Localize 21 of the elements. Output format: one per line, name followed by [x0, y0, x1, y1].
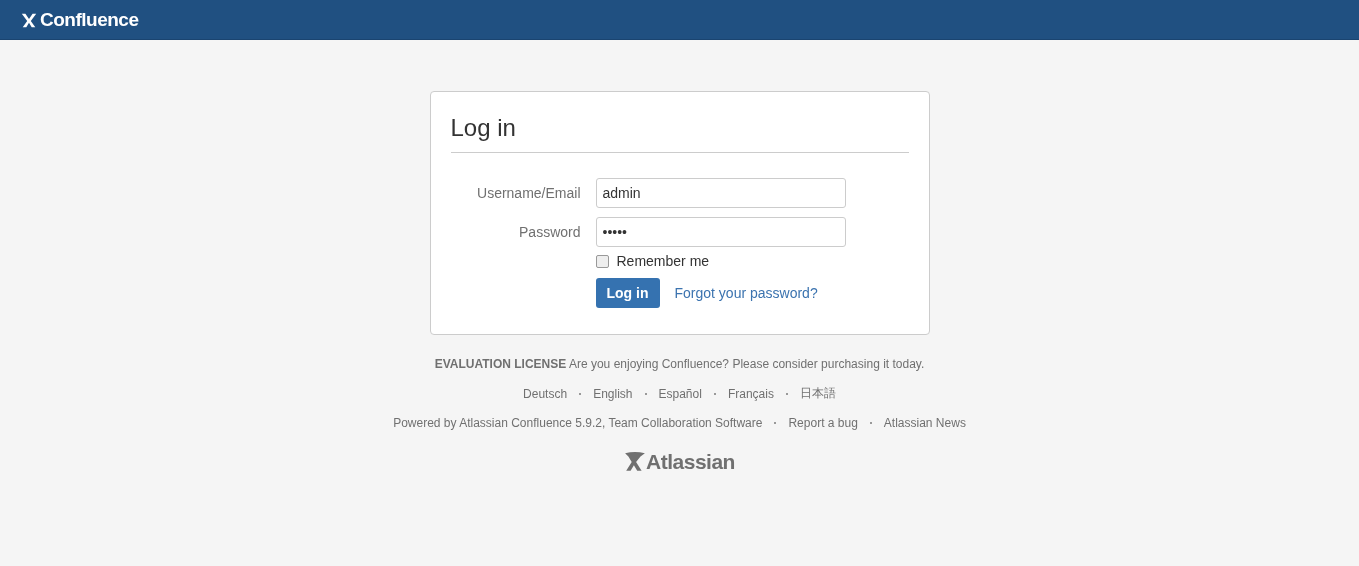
footer-link[interactable]: Atlassian News	[883, 416, 966, 430]
field-label: Password	[518, 224, 582, 240]
language-link[interactable]: Français	[727, 386, 774, 401]
field-label: Username/Email	[476, 185, 582, 201]
language-link[interactable]: Español	[658, 386, 702, 401]
footer-link[interactable]: Report a bug	[788, 416, 858, 430]
login-button[interactable]: Log in	[595, 278, 660, 308]
language-link[interactable]: 日本語	[799, 385, 836, 402]
forgot-password-link[interactable]: Forgot your password?	[674, 285, 818, 301]
confluence-logo[interactable]: Confluence	[20, 8, 139, 31]
checkbox-label: Remember me	[616, 253, 710, 269]
license-notice: EVALUATION LICENSE Are you enjoying Confluence? Please consider purchasing it today.	[434, 357, 925, 371]
checkbox[interactable]	[595, 254, 609, 268]
footer-link[interactable]: Powered by Atlassian Confluence 5.9.2, Team Collaboration Software	[393, 416, 763, 430]
input-field[interactable]: admin	[595, 178, 846, 208]
language-link[interactable]: English	[593, 386, 633, 401]
atlassian-logo: Atlassian	[624, 450, 735, 474]
input-field[interactable]: •••••	[595, 217, 846, 247]
login-title: Log in	[450, 113, 517, 143]
logo-icon	[624, 451, 647, 473]
language-link[interactable]: Deutsch	[523, 386, 568, 401]
